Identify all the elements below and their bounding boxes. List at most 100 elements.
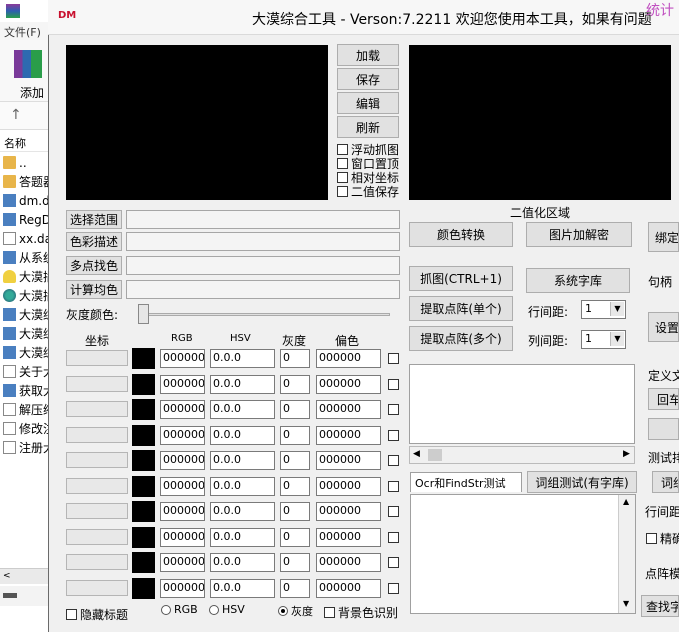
file-list-item[interactable]: 修改注 bbox=[0, 419, 50, 438]
extract-multi-button[interactable]: 提取点阵(多个) bbox=[409, 326, 513, 351]
scroll-thumb[interactable] bbox=[428, 449, 442, 461]
col-spacing-select[interactable]: 1 ▼ bbox=[581, 330, 626, 349]
checkbox[interactable] bbox=[324, 607, 335, 618]
coord-box[interactable] bbox=[66, 350, 128, 366]
radio-rgb[interactable]: RGB bbox=[161, 603, 198, 616]
row-checkbox[interactable] bbox=[388, 429, 399, 441]
rgb-input[interactable]: 000000 bbox=[160, 349, 205, 368]
row-checkbox[interactable] bbox=[388, 404, 399, 415]
load-button[interactable]: 加载 bbox=[337, 44, 399, 66]
file-list-item[interactable]: 解压缩 bbox=[0, 400, 50, 419]
coord-box[interactable] bbox=[66, 528, 128, 545]
checkbox[interactable] bbox=[337, 158, 348, 169]
hscroll-bar[interactable]: ◀ ▶ bbox=[409, 446, 635, 464]
offset-input[interactable]: 000000 bbox=[316, 553, 381, 572]
color-desc-field[interactable] bbox=[126, 232, 400, 251]
gray-slider-thumb[interactable] bbox=[138, 304, 149, 324]
file-list-item[interactable]: 从系统 bbox=[0, 248, 50, 267]
hsv-input[interactable]: 0.0.0 bbox=[210, 527, 275, 547]
scroll-right-icon[interactable]: ▶ bbox=[623, 449, 630, 459]
result-box[interactable] bbox=[409, 364, 635, 444]
edit-button[interactable]: 编辑 bbox=[337, 92, 399, 114]
coord-box[interactable] bbox=[66, 554, 128, 570]
row-checkbox[interactable] bbox=[388, 455, 399, 466]
calc-avg-color-button[interactable]: 计算均色 bbox=[66, 280, 122, 299]
radio-gray[interactable]: 灰度 bbox=[278, 603, 313, 619]
rgb-input[interactable]: 000000 bbox=[160, 451, 205, 470]
gray-input[interactable]: 0 bbox=[280, 553, 310, 572]
checkbox[interactable] bbox=[66, 609, 77, 620]
hsv-input[interactable]: 0.0.0 bbox=[210, 451, 275, 470]
row-checkbox[interactable] bbox=[388, 557, 399, 568]
gray-input[interactable]: 0 bbox=[280, 527, 310, 547]
image-decrypt-button[interactable]: 图片加解密 bbox=[526, 222, 632, 247]
rgb-input[interactable]: 000000 bbox=[160, 553, 205, 572]
rgb-input[interactable]: 000000 bbox=[160, 400, 205, 419]
tab-words-more[interactable]: 词组 bbox=[652, 471, 679, 493]
coord-box[interactable] bbox=[66, 375, 128, 392]
file-list-item[interactable]: 获取大 bbox=[0, 381, 50, 400]
bind-button[interactable]: 绑定 bbox=[648, 222, 679, 252]
gray-input[interactable]: 0 bbox=[280, 374, 310, 394]
check-hide-title[interactable]: 隐藏标题 bbox=[66, 606, 128, 623]
up-arrow-icon[interactable]: ↑ bbox=[10, 107, 22, 123]
radio-hsv[interactable]: HSV bbox=[209, 603, 245, 616]
row-checkbox[interactable] bbox=[388, 582, 399, 594]
offset-input[interactable]: 000000 bbox=[316, 400, 381, 419]
file-list-item[interactable]: RegDll bbox=[0, 210, 50, 229]
offset-input[interactable]: 000000 bbox=[316, 451, 381, 470]
enter-button[interactable]: 回车 bbox=[648, 388, 679, 410]
rgb-input[interactable]: 000000 bbox=[160, 527, 205, 547]
find-word-button[interactable]: 查找字 bbox=[641, 595, 679, 617]
color-convert-button[interactable]: 颜色转换 bbox=[409, 222, 513, 247]
rgb-input[interactable]: 000000 bbox=[160, 502, 205, 521]
ocr-text-area[interactable] bbox=[410, 494, 636, 614]
hsv-input[interactable]: 0.0.0 bbox=[210, 349, 275, 368]
offset-input[interactable]: 000000 bbox=[316, 374, 381, 394]
radio-dot[interactable] bbox=[161, 604, 171, 615]
coord-box[interactable] bbox=[66, 477, 128, 494]
settings-button[interactable]: 设置 bbox=[648, 312, 679, 342]
file-list-item[interactable]: dm.dll bbox=[0, 191, 50, 210]
ribbon-add-label[interactable]: 添加 bbox=[20, 84, 44, 101]
file-list-item[interactable]: 大漠综 bbox=[0, 324, 50, 343]
coord-box[interactable] bbox=[66, 503, 128, 519]
color-desc-button[interactable]: 色彩描述 bbox=[66, 232, 122, 251]
radio-dot-selected[interactable] bbox=[278, 606, 288, 616]
gray-input[interactable]: 0 bbox=[280, 502, 310, 521]
file-list-item[interactable]: 注册大 bbox=[0, 438, 50, 457]
gray-slider-track[interactable] bbox=[138, 313, 390, 316]
scroll-left-icon[interactable]: ◀ bbox=[413, 449, 420, 459]
check-binary-save[interactable]: 二值保存 bbox=[337, 183, 399, 200]
check-precise[interactable]: 精确 bbox=[646, 530, 679, 547]
refresh-button[interactable]: 刷新 bbox=[337, 116, 399, 138]
rgb-input[interactable]: 000000 bbox=[160, 425, 205, 445]
row-checkbox[interactable] bbox=[388, 531, 399, 543]
explorer-hscroll[interactable]: < bbox=[0, 568, 50, 584]
file-list-item[interactable]: 大漠插 bbox=[0, 286, 50, 305]
save-button[interactable]: 保存 bbox=[337, 68, 399, 90]
radio-dot[interactable] bbox=[209, 604, 219, 615]
explorer-menu-file[interactable]: 文件(F) bbox=[0, 22, 50, 40]
column-header-name[interactable]: 名称 bbox=[0, 132, 50, 152]
rgb-input[interactable]: 000000 bbox=[160, 476, 205, 496]
select-range-field[interactable] bbox=[126, 210, 400, 229]
file-list-item[interactable]: 大漠插 bbox=[0, 267, 50, 286]
scroll-left-icon[interactable]: < bbox=[3, 571, 11, 581]
coord-box[interactable] bbox=[66, 452, 128, 468]
file-list-item[interactable]: 关于大 bbox=[0, 362, 50, 381]
rgb-input[interactable]: 000000 bbox=[160, 578, 205, 598]
row-checkbox[interactable] bbox=[388, 378, 399, 390]
multi-point-find-button[interactable]: 多点找色 bbox=[66, 256, 122, 275]
file-list-item[interactable]: 大漠综 bbox=[0, 305, 50, 324]
ocr-vscroll[interactable]: ▲ ▼ bbox=[618, 495, 635, 613]
capture-preview[interactable] bbox=[66, 45, 328, 200]
gray-input[interactable]: 0 bbox=[280, 451, 310, 470]
file-list-item[interactable]: 答题器 bbox=[0, 172, 50, 191]
file-list-item[interactable]: 大漠综 bbox=[0, 343, 50, 362]
rgb-input[interactable]: 000000 bbox=[160, 374, 205, 394]
capture-button[interactable]: 抓图(CTRL+1) bbox=[409, 266, 513, 291]
gray-input[interactable]: 0 bbox=[280, 349, 310, 368]
select-range-button[interactable]: 选择范围 bbox=[66, 210, 122, 229]
hsv-input[interactable]: 0.0.0 bbox=[210, 476, 275, 496]
